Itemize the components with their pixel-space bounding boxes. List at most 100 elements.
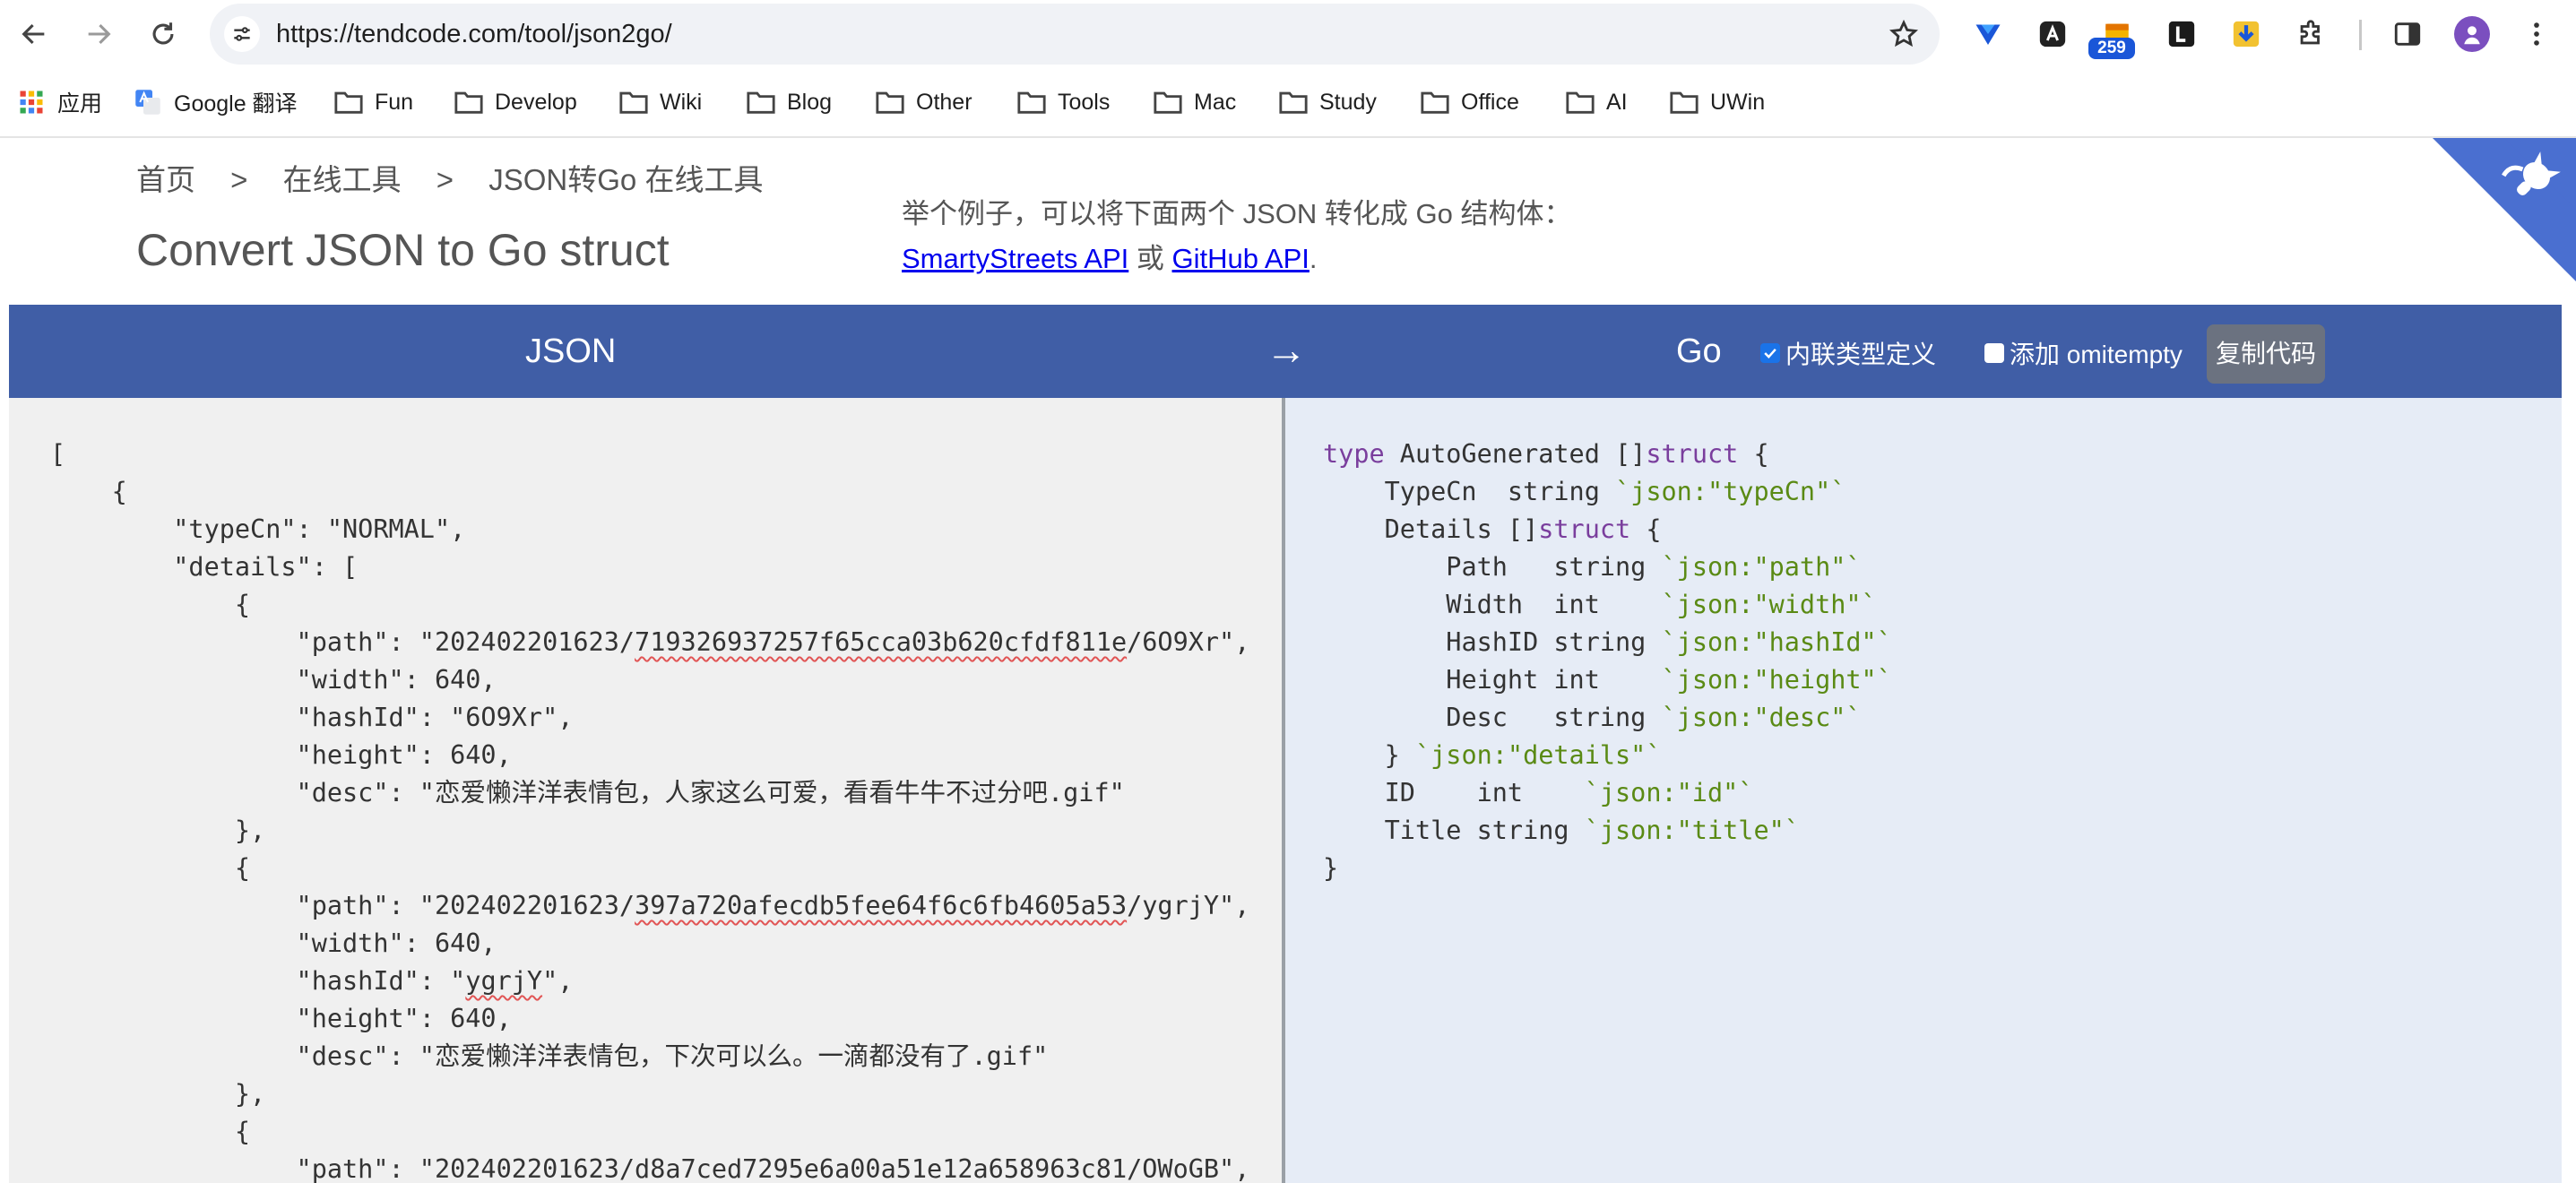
bookmark-folder-tools[interactable]: Tools [1016,84,1110,120]
bookmark-label: UWin [1710,89,1766,115]
back-button[interactable] [13,13,56,56]
bookmark-apps[interactable]: 应用 [16,84,102,120]
json-line: "height": 640, [50,740,512,770]
reload-button[interactable] [142,13,185,56]
folder-icon [1154,91,1182,114]
json-input-panel[interactable]: [ { "typeCn": "NORMAL", "details": [ { "… [9,398,1282,1183]
go-label: Go [1676,332,1722,370]
toolbar-separator [2359,20,2362,50]
go-line: Desc string `json:"desc"` [1446,703,1862,732]
forward-arrow-icon [88,23,111,45]
go-line: Title string `json:"title"` [1384,816,1800,845]
side-panel-icon[interactable] [2390,16,2425,52]
json-line: }, [50,816,266,845]
example-or: 或 [1136,243,1164,274]
breadcrumb-separator: > [436,163,454,196]
folder-icon [876,91,904,114]
converter-header: JSON → Go 内联类型定义 添加 omitempty 复制代码 [9,305,2562,398]
json-line: "width": 640, [50,665,497,695]
omitempty-checkbox[interactable] [1984,343,2004,363]
apps-grid-icon [20,91,43,114]
bookmark-folder-mac[interactable]: Mac [1153,84,1236,120]
breadcrumb: 首页 > 在线工具 > JSON转Go 在线工具 [136,156,763,199]
json-line: "desc": "恋爱懒洋洋表情包，人家这么可爱，看看牛牛不过分吧.gif" [50,778,1125,807]
extension-blue-icon[interactable] [1970,16,2006,52]
bookmark-label: Google 翻译 [174,91,298,117]
go-line: } [1323,853,1339,883]
go-line: TypeCn string `json:"typeCn"` [1384,477,1846,506]
bookmark-star-icon[interactable] [1886,16,1922,52]
json-line: { [50,590,251,619]
folder-icon [1279,91,1308,114]
omitempty-option[interactable]: 添加 omitempty [1984,335,2183,371]
bookmark-folder-blog[interactable]: Blog [746,84,832,120]
page-content: 首页 > 在线工具 > JSON转Go 在线工具 Convert JSON to… [0,138,2576,1183]
extensions-puzzle-icon[interactable] [2293,16,2329,52]
json-line: "hashId": "6O9Xr", [50,703,574,732]
example-description: 举个例子，可以将下面两个 JSON 转化成 Go 结构体： [902,198,1572,229]
bookmark-folder-develop[interactable]: Develop [454,84,577,120]
convert-arrow-icon: → [1266,326,1307,373]
page-title: Convert JSON to Go struct [136,225,670,275]
go-line: } `json:"details"` [1384,740,1662,770]
json-line: "path": "202402201623/397a720afecdb5fee6… [50,891,1250,920]
folder-icon [1566,91,1595,114]
bookmark-folder-ai[interactable]: AI [1565,84,1628,120]
breadcrumb-current: JSON转Go 在线工具 [488,163,764,196]
json-line: [ [50,439,66,469]
reload-icon [152,22,174,45]
forward-button[interactable] [77,13,120,56]
json-line: "width": 640, [50,928,497,958]
bookmark-label: Develop [495,89,577,115]
google-translate-icon [135,90,160,115]
site-settings-icon[interactable] [224,16,260,52]
inline-types-option[interactable]: 内联类型定义 [1760,335,1936,371]
bookmark-label: Wiki [660,89,703,115]
extension-dark-icon[interactable] [2035,16,2070,52]
json-line: "typeCn": "NORMAL", [50,514,466,544]
json-line: { [50,477,127,506]
bookmark-label: Office [1461,89,1519,115]
inline-types-label[interactable]: 内联类型定义 [1785,335,1936,371]
breadcrumb-home[interactable]: 首页 [136,156,195,199]
back-arrow-icon [22,23,45,45]
go-line: HashID string `json:"hashId"` [1446,627,1892,657]
bookmark-folder-other[interactable]: Other [875,84,972,120]
go-output-panel[interactable]: type AutoGenerated []struct { TypeCn str… [1285,398,2562,1183]
bookmark-folder-uwin[interactable]: UWin [1669,84,1765,120]
extension-badge: 259 [2088,38,2135,59]
breadcrumb-separator: > [230,163,248,196]
bookmark-label: Mac [1194,89,1237,115]
github-corner-icon[interactable] [2433,138,2576,281]
browser-menu-icon[interactable] [2519,16,2554,52]
bookmark-folder-fun[interactable]: Fun [333,84,413,120]
bookmark-folder-office[interactable]: Office [1420,84,1519,120]
copy-code-button[interactable]: 复制代码 [2207,324,2325,384]
address-bar[interactable]: https://tendcode.com/tool/json2go/ [210,4,1940,65]
json-line: "path": "202402201623/719326937257f65cca… [50,627,1250,657]
bookmark-folder-wiki[interactable]: Wiki [618,84,702,120]
example-links: SmartyStreets API 或 GitHub API. [902,237,1571,281]
inline-types-checkbox[interactable] [1760,343,1780,363]
go-line: Height int `json:"height"` [1446,665,1892,695]
bookmark-google-translate[interactable]: Google 翻译 [133,84,298,120]
json-line: "height": 640, [50,1004,512,1033]
github-link[interactable]: GitHub API [1172,243,1310,274]
bookmarks-bar: 应用 Google 翻译 Fun Develop Wiki Blog Other… [0,68,2576,138]
json-line: "hashId": "ygrjY", [50,966,574,996]
extension-l-icon[interactable] [2164,16,2200,52]
json-label: JSON [525,332,617,370]
json-line: "details": [ [50,552,359,582]
bookmark-folder-study[interactable]: Study [1278,84,1377,120]
breadcrumb-tools[interactable]: 在线工具 [283,156,402,199]
go-output-text[interactable]: type AutoGenerated []struct { TypeCn str… [1323,436,1892,887]
json-input-text[interactable]: [ { "typeCn": "NORMAL", "details": [ { "… [50,436,1249,1183]
bookmark-label: Study [1319,89,1377,115]
omitempty-label[interactable]: 添加 omitempty [2010,335,2183,371]
smartystreets-link[interactable]: SmartyStreets API [902,243,1128,274]
download-extension-icon[interactable] [2228,16,2264,52]
profile-avatar[interactable] [2454,16,2490,52]
go-line: ID int `json:"id"` [1384,778,1754,807]
url-text[interactable]: https://tendcode.com/tool/json2go/ [276,4,672,65]
bookmark-label: AI [1606,89,1628,115]
